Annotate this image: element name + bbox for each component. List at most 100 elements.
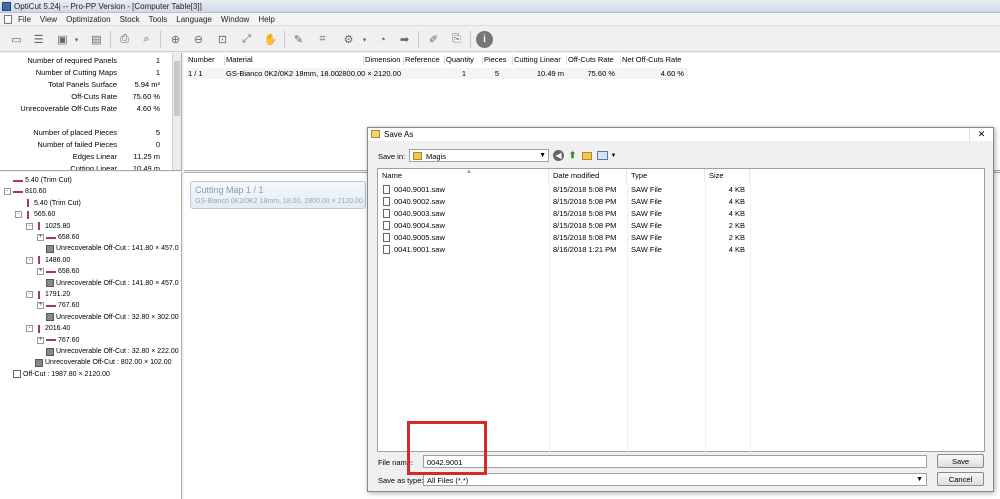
collapse-icon[interactable]: - xyxy=(26,325,33,333)
zoom-window-icon[interactable]: ⊡ xyxy=(214,31,231,48)
column-header-type[interactable]: Type xyxy=(627,169,705,182)
summary-scrollbar[interactable] xyxy=(172,53,181,170)
file-row[interactable]: 0040.9005.saw 8/15/2018 5:08 PM SAW File 2 … xyxy=(378,232,984,244)
tools-dropdown-icon[interactable]: ▾ xyxy=(356,31,373,48)
menu-item[interactable]: View xyxy=(40,15,57,24)
tree-node[interactable]: Unrecoverable Off-Cut : 32.80 × 302.00 xyxy=(37,312,179,323)
grid-cell: 75.60 % xyxy=(587,69,615,78)
collapse-icon[interactable]: - xyxy=(26,291,33,298)
tree-node[interactable]: - 1025.80 xyxy=(26,221,70,232)
grid-cell: 10.49 m xyxy=(536,69,564,78)
save-as-type-select[interactable]: All Files (*.*) ▼ xyxy=(423,473,927,486)
up-folder-icon[interactable]: ⬆ xyxy=(567,150,578,161)
export-arrow-icon[interactable]: ➡ xyxy=(396,31,413,48)
tree-node-label: 565.60 xyxy=(34,211,56,219)
tree-node[interactable]: 5.40 (Trim Cut) xyxy=(4,175,72,186)
collapse-icon[interactable]: - xyxy=(26,222,33,230)
close-icon[interactable]: ✕ xyxy=(969,128,993,141)
pan-hand-icon[interactable]: ✋ xyxy=(262,31,279,48)
summary-value: 5.94 m² xyxy=(134,80,160,89)
expand-icon[interactable]: + xyxy=(37,302,44,310)
structure-icon[interactable]: ⌗ xyxy=(314,31,331,48)
grid-header[interactable]: Quantity xyxy=(446,55,474,67)
summary-row: Number of failed Pieces 0 xyxy=(0,140,172,152)
tree-node[interactable]: +767.60 xyxy=(37,300,79,311)
menu-item[interactable]: Tools xyxy=(149,15,168,24)
summary-row: Off-Cuts Rate 75.60 % xyxy=(0,92,172,104)
grid-header[interactable]: Reference xyxy=(405,55,440,67)
file-row[interactable]: 0040.9002.saw 8/15/2018 5:08 PM SAW File 4 … xyxy=(378,196,984,208)
expand-icon[interactable]: + xyxy=(37,234,44,241)
view-dropdown-icon[interactable]: ▼ xyxy=(608,150,619,161)
grid-header[interactable]: Material xyxy=(226,55,253,67)
zoom-out-icon[interactable]: ⊖ xyxy=(190,31,207,48)
collapse-icon[interactable]: - xyxy=(15,211,22,219)
grid-header[interactable]: Net Off-Cuts Rate xyxy=(622,55,681,67)
view-menu-icon[interactable] xyxy=(597,151,608,160)
tree-node[interactable]: Unrecoverable Off-Cut : 141.80 × 457.0 xyxy=(37,243,179,254)
preview-icon[interactable]: ⌕ xyxy=(138,31,155,48)
tree-node[interactable]: - 810.60 xyxy=(4,186,46,197)
tree-node-label: Unrecoverable Off-Cut : 141.80 × 457.0 xyxy=(56,245,179,253)
tree-node[interactable]: +767.60 xyxy=(37,335,79,346)
cutting-map-card[interactable]: Cutting Map 1 / 1 GS-Bianco 0K2/0K2 18mm… xyxy=(190,181,366,209)
tree-node-label: 767.60 xyxy=(58,336,80,344)
grid-header[interactable]: Dimension xyxy=(365,55,400,67)
tree-node[interactable]: - 565.60 xyxy=(15,209,55,220)
grid-header[interactable]: Number xyxy=(188,55,215,67)
menu-item[interactable]: Help xyxy=(258,15,274,24)
tree-node[interactable]: +658.60 xyxy=(37,232,79,243)
save-in-dropdown[interactable]: Magis ▼ xyxy=(409,149,549,162)
column-header-name[interactable]: Name xyxy=(378,169,549,182)
cancel-button[interactable]: Cancel xyxy=(937,472,984,486)
collapse-icon[interactable]: - xyxy=(26,256,33,264)
file-row[interactable]: 0040.9004.saw 8/15/2018 5:08 PM SAW File 2 … xyxy=(378,220,984,232)
column-header-date[interactable]: Date modified xyxy=(549,169,627,182)
grid-header[interactable]: Pieces xyxy=(484,55,507,67)
grid-header[interactable]: Cutting Linear xyxy=(514,55,561,67)
back-icon[interactable]: ◀ xyxy=(553,150,564,161)
tree-node[interactable]: Off-Cut : 1987.80 × 2120.00 xyxy=(4,369,110,380)
pencil-icon[interactable]: ✐ xyxy=(425,31,442,48)
tree-node[interactable]: +658.60 xyxy=(37,266,79,277)
file-row[interactable]: 0041.9001.saw 8/16/2018 1:21 PM SAW File 4 … xyxy=(378,244,984,256)
save-in-label: Save in: xyxy=(378,152,406,161)
file-row[interactable]: 0040.9003.saw 8/15/2018 5:08 PM SAW File 4 … xyxy=(378,208,984,220)
tree-node[interactable]: - 2016.40 xyxy=(26,323,70,334)
edit-icon[interactable]: ✎ xyxy=(290,31,307,48)
file-date: 8/16/2018 1:21 PM xyxy=(553,245,617,254)
expand-icon[interactable]: + xyxy=(37,336,44,344)
tree-node[interactable]: - 1486.00 xyxy=(26,255,70,266)
menu-item[interactable]: Language xyxy=(176,15,212,24)
new-folder-icon[interactable] xyxy=(582,152,592,160)
tools-icon[interactable]: ⚙ xyxy=(340,31,357,48)
print-icon[interactable]: ⎙ xyxy=(116,31,133,48)
zoom-in-icon[interactable]: ⊕ xyxy=(167,31,184,48)
zoom-fit-icon[interactable]: ⤢ xyxy=(238,31,255,48)
expand-icon[interactable]: + xyxy=(37,268,44,276)
menu-item[interactable]: Window xyxy=(221,15,249,24)
menu-item[interactable]: Optimization xyxy=(66,15,110,24)
stamp-icon[interactable]: ⎘ xyxy=(448,31,465,48)
collapse-icon[interactable]: - xyxy=(4,188,11,196)
new-icon[interactable]: ▭ xyxy=(8,31,25,48)
gauge-icon[interactable]: ◔ xyxy=(374,31,391,48)
save-icon[interactable]: ▤ xyxy=(88,31,105,48)
save-button[interactable]: Save xyxy=(937,454,984,468)
grid-header[interactable]: Off-Cuts Rate xyxy=(568,55,614,67)
info-icon[interactable]: i xyxy=(476,31,493,48)
open-dropdown-icon[interactable]: ▾ xyxy=(68,31,85,48)
column-header-size[interactable]: Size xyxy=(705,169,750,182)
vertical-cut-icon xyxy=(27,199,29,208)
menu-item[interactable]: Stock xyxy=(120,15,140,24)
tree-node[interactable]: Unrecoverable Off-Cut : 802.00 × 102.00 xyxy=(26,357,172,368)
menu-item[interactable]: File xyxy=(18,15,31,24)
file-icon xyxy=(383,233,390,242)
tree-node[interactable]: - 1791.20 xyxy=(26,289,70,300)
tree-node[interactable]: Unrecoverable Off-Cut : 141.80 × 457.0 xyxy=(37,278,179,289)
list-icon[interactable]: ☰ xyxy=(30,31,47,48)
file-row[interactable]: 0040.9001.saw 8/15/2018 5:08 PM SAW File 4 … xyxy=(378,184,984,196)
file-name-input[interactable]: 0042.9001 xyxy=(423,455,927,468)
tree-node[interactable]: Unrecoverable Off-Cut : 32.80 × 222.00 xyxy=(37,346,179,357)
tree-node[interactable]: 5.40 (Trim Cut) xyxy=(15,198,81,209)
